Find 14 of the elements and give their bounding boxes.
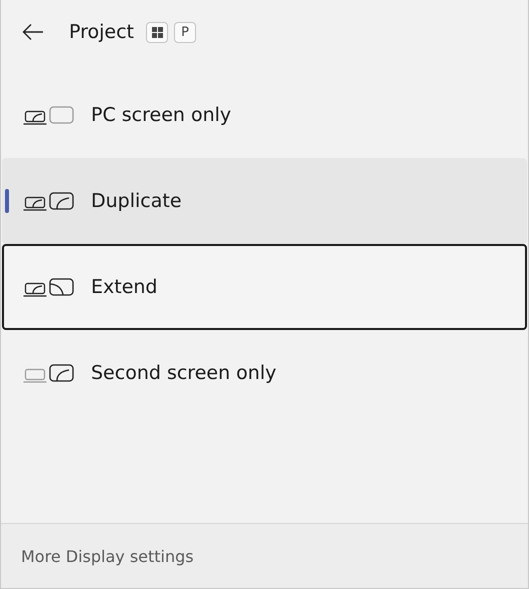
selection-indicator — [5, 189, 9, 213]
project-option[interactable]: Second screen only — [2, 330, 527, 416]
monitor-icon — [49, 192, 74, 210]
monitor-icon — [49, 364, 74, 382]
project-option[interactable]: PC screen only — [2, 72, 527, 158]
windows-logo-icon — [152, 26, 163, 38]
back-arrow-icon[interactable] — [21, 22, 45, 42]
key-badge: P — [174, 22, 196, 42]
project-option[interactable]: Duplicate — [2, 158, 527, 244]
project-option[interactable]: Extend — [2, 244, 527, 330]
monitor-icon — [49, 278, 74, 296]
panel-title: Project — [69, 21, 134, 43]
display-settings-link[interactable]: More Display settings — [21, 546, 194, 566]
monitor-icon — [49, 106, 74, 124]
